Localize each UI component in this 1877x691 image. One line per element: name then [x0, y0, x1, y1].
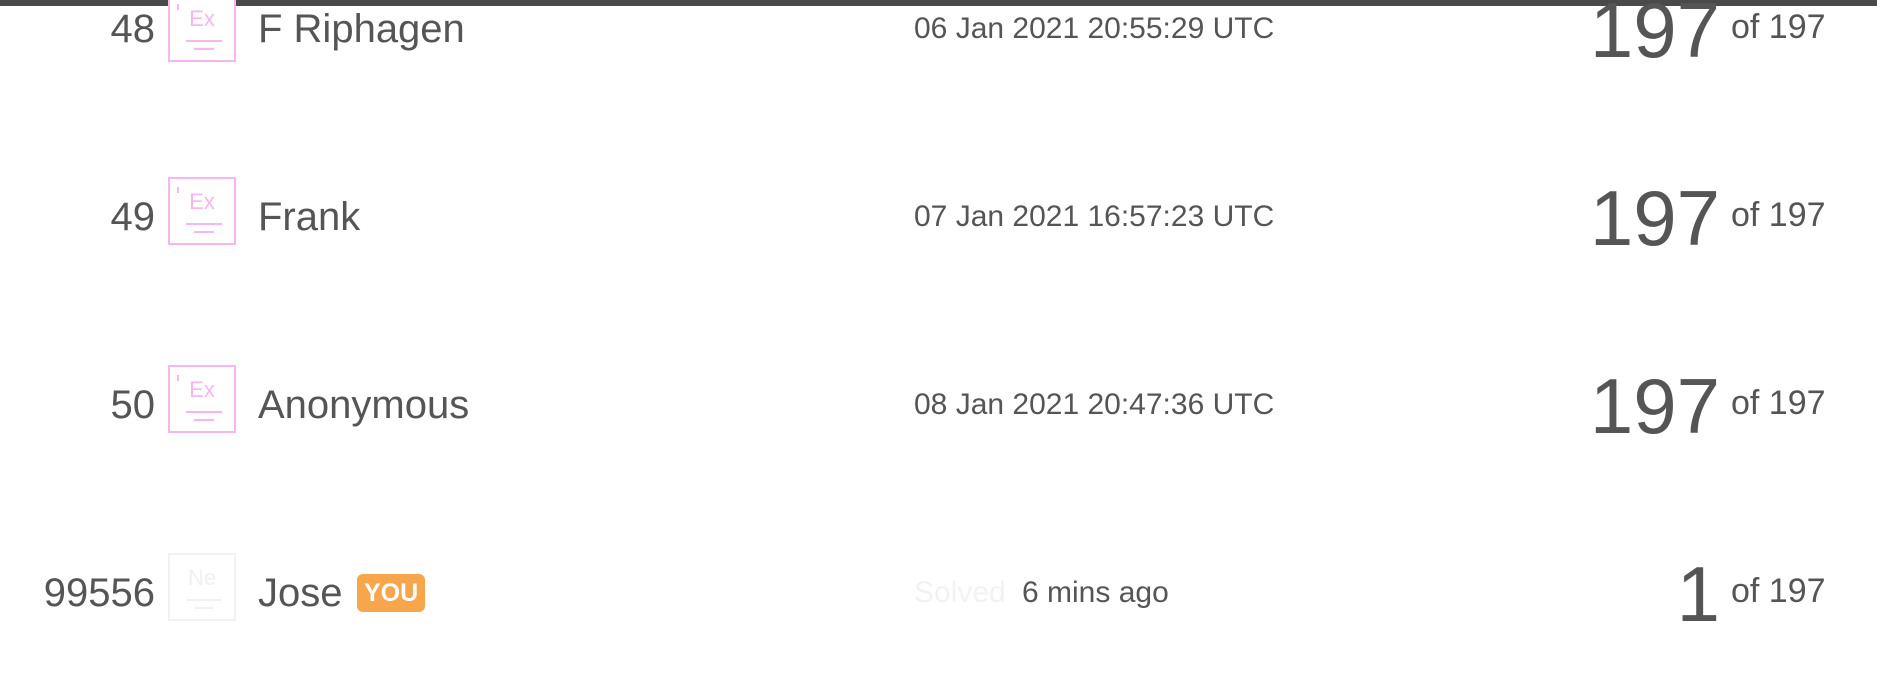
avatar-line [186, 223, 222, 225]
player-name[interactable]: Jose [258, 573, 343, 613]
solve-timestamp: 07 Jan 2021 16:57:23 UTC [914, 200, 1275, 233]
score-value: 1 [1676, 550, 1720, 638]
score-total: of 197 [1731, 384, 1826, 422]
solve-time-ago: 6 mins ago [1022, 576, 1169, 609]
avatar-symbol: Ex [189, 189, 215, 214]
score-total: of 197 [1731, 572, 1826, 610]
avatar-line [186, 40, 222, 42]
avatar-line [194, 48, 214, 50]
player-name[interactable]: Anonymous [258, 385, 469, 425]
leaderboard-row: 50 Ex Anonymous 08 Jan 2021 20:47:36 UTC… [0, 324, 1877, 484]
avatar-symbol: Ne [187, 565, 217, 590]
rank-number: 49 [110, 195, 156, 239]
player-name[interactable]: Frank [258, 197, 360, 237]
rank-number: 48 [110, 7, 156, 51]
avatar-icon: Ex [168, 0, 236, 62]
leaderboard-row: 49 Ex Frank 07 Jan 2021 16:57:23 UTC 197… [0, 136, 1877, 296]
leaderboard-row: 48 Ex F Riphagen 06 Jan 2021 20:55:29 UT… [0, 0, 1877, 108]
avatar-line [186, 599, 222, 601]
avatar-line [186, 411, 222, 413]
rank-number: 50 [110, 383, 156, 427]
avatar-symbol: Ex [189, 377, 215, 402]
solved-label: Solved [914, 576, 1006, 609]
score-value: 197 [1589, 362, 1720, 450]
rank-number: 99556 [43, 571, 155, 615]
player-name[interactable]: F Riphagen [258, 9, 465, 49]
avatar-symbol: Ex [189, 6, 215, 31]
avatar-line [194, 419, 214, 421]
leaderboard: 48 Ex F Riphagen 06 Jan 2021 20:55:29 UT… [0, 0, 1877, 691]
score-value: 197 [1589, 174, 1720, 262]
score-total: of 197 [1731, 196, 1826, 234]
current-user-row: 99556 Ne Jose YOU Solved 6 mins ago 1 of… [0, 512, 1877, 672]
avatar-icon: Ex [168, 177, 236, 245]
avatar-line [194, 607, 214, 609]
solve-timestamp: 08 Jan 2021 20:47:36 UTC [914, 388, 1275, 421]
score-total: of 197 [1731, 8, 1826, 46]
solve-timestamp: 06 Jan 2021 20:55:29 UTC [914, 12, 1275, 45]
avatar-icon: Ne [168, 553, 236, 621]
you-badge: YOU [357, 574, 426, 612]
avatar-icon: Ex [168, 365, 236, 433]
avatar-line [194, 231, 214, 233]
score-value: 197 [1589, 0, 1720, 74]
